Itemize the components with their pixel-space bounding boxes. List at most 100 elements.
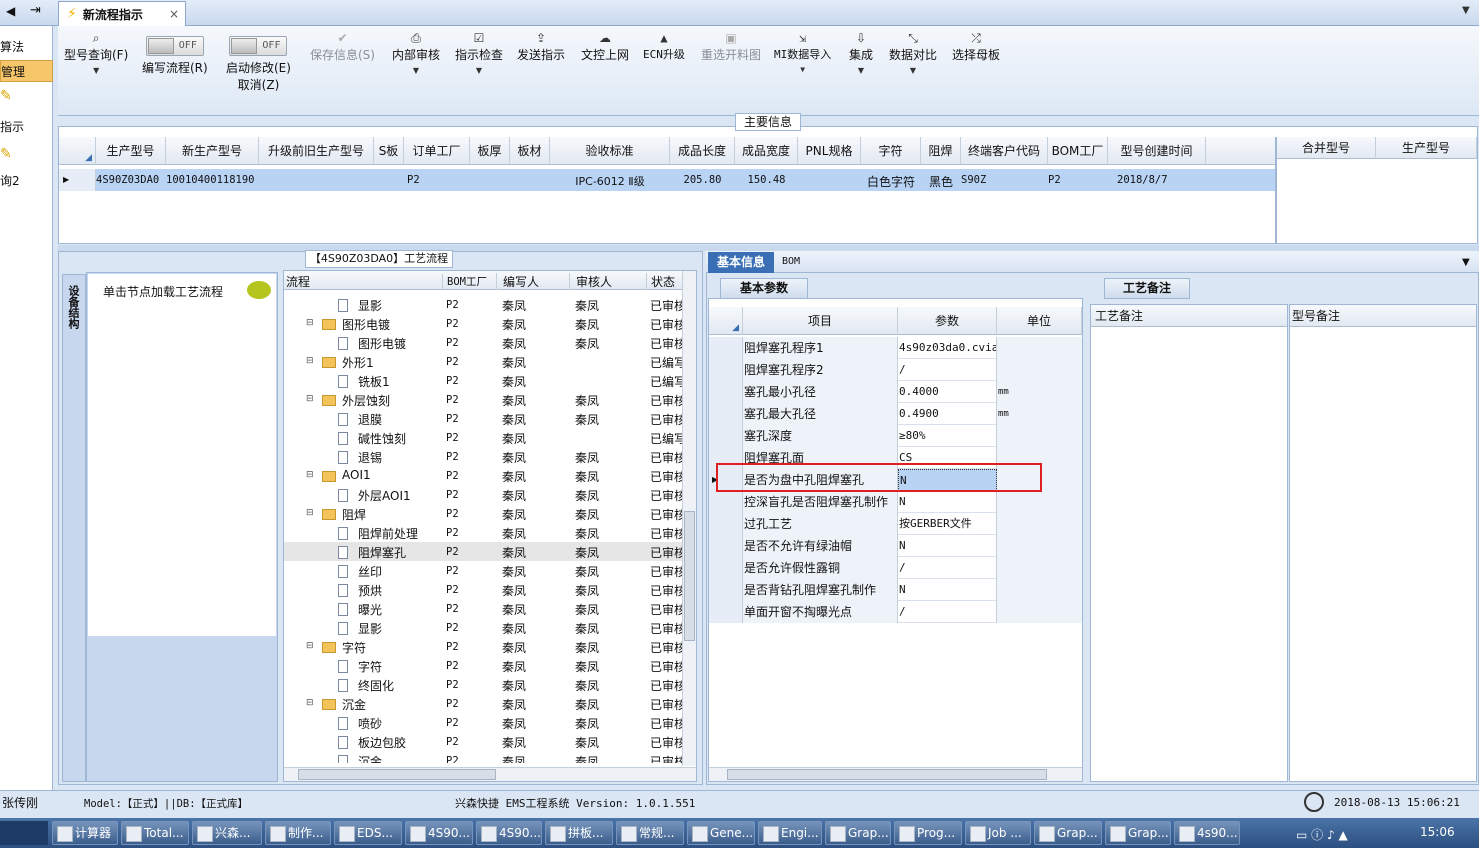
details-dropdown-icon[interactable]: ▼ [1462, 257, 1470, 268]
row-selector[interactable] [709, 513, 743, 535]
param-value[interactable]: / [898, 557, 997, 579]
tab-process-remarks[interactable]: 工艺备注 [1104, 278, 1190, 299]
col-header[interactable]: 编写人 [496, 273, 539, 290]
tree-row[interactable]: 阻焊前处理 P2 秦凤 秦凤 已审核 [284, 523, 682, 542]
col-header[interactable]: 生产型号 [1376, 137, 1477, 159]
cancel-label[interactable]: 取消(Z) [238, 78, 280, 92]
tree-row[interactable]: 曝光 P2 秦凤 秦凤 已审核 [284, 599, 682, 618]
back-arrow-icon[interactable]: ◀ [6, 4, 15, 18]
tree-row[interactable]: 外层AOI1 P2 秦凤 秦凤 已审核 [284, 485, 682, 504]
taskbar-item[interactable]: Gene... [687, 821, 755, 845]
col-header[interactable]: 终端客户代码 [961, 137, 1048, 165]
col-header[interactable]: 合并型号 [1277, 137, 1376, 159]
collapse-icon[interactable]: ⊟ [306, 356, 314, 366]
model-query-button[interactable]: ⌕ 型号查询(F) ▼ [64, 30, 128, 79]
collapse-icon[interactable]: ⊟ [306, 641, 314, 651]
tab-dropdown-icon[interactable]: ▼ [1462, 5, 1470, 16]
param-row[interactable]: 控深盲孔是否阻焊塞孔制作 N [709, 491, 1082, 513]
side-tab[interactable]: 设备结构 [62, 274, 86, 782]
taskbar-item[interactable]: EDS... [334, 821, 402, 845]
collapse-icon[interactable]: ⊟ [306, 394, 314, 404]
param-row[interactable]: 塞孔最大孔径 0.4900 mm [709, 403, 1082, 425]
tree-row[interactable]: ⊟ 图形电镀 P2 秦凤 秦凤 已审核 [284, 314, 682, 333]
param-row[interactable]: 塞孔最小孔径 0.4000 mm [709, 381, 1082, 403]
tree-row[interactable]: 显影 P2 秦凤 秦凤 已审核 [284, 618, 682, 637]
taskbar-item[interactable]: 4s90... [1174, 821, 1240, 845]
col-header[interactable]: 成品长度 [670, 137, 735, 165]
param-value[interactable]: N [898, 579, 997, 601]
tree-row[interactable]: 喷砂 P2 秦凤 秦凤 已审核 [284, 713, 682, 732]
taskbar-item[interactable]: 4S90... [476, 821, 542, 845]
edit-flow-toggle[interactable]: OFF [145, 36, 204, 56]
integrate-button[interactable]: ⇩ 集成 ▼ [849, 30, 873, 79]
col-header[interactable]: 生产型号 [96, 137, 166, 165]
taskbar-item[interactable]: Job ... [965, 821, 1031, 845]
start-icon[interactable] [0, 821, 48, 845]
taskbar-item[interactable]: 常规... [616, 821, 684, 845]
col-header[interactable]: 阻焊 [921, 137, 961, 165]
start-modify-toggle[interactable]: OFF [229, 36, 288, 56]
row-selector[interactable] [709, 601, 743, 623]
taskbar-item[interactable]: Grap... [1034, 821, 1102, 845]
tab-bom[interactable]: BOM [782, 256, 800, 267]
tree-row[interactable]: 字符 P2 秦凤 秦凤 已审核 [284, 656, 682, 675]
tree-row[interactable]: 显影 P2 秦凤 秦凤 已审核 [284, 295, 682, 314]
tab-new-flow[interactable]: ⚡ 新流程指示 × [58, 1, 186, 26]
tree-row[interactable]: 铣板1 P2 秦凤 已编写 [284, 371, 682, 390]
tree-row[interactable]: 退锡 P2 秦凤 秦凤 已审核 [284, 447, 682, 466]
collapse-icon[interactable]: ⊟ [306, 508, 314, 518]
select-master-button[interactable]: ⤮ 选择母板 [952, 30, 1000, 63]
taskbar-item[interactable]: 计算器 [52, 821, 118, 845]
check-instruction-button[interactable]: ☑ 指示检查 ▼ [455, 30, 503, 79]
param-row[interactable]: 过孔工艺 按GERBER文件 [709, 513, 1082, 535]
col-header[interactable]: PNL规格 [798, 137, 861, 165]
col-header[interactable]: 升级前旧生产型号 [259, 137, 374, 165]
tree-row[interactable]: 阻焊塞孔 P2 秦凤 秦凤 已审核 [284, 542, 682, 561]
param-row[interactable]: 是否允许假性露铜 / [709, 557, 1082, 579]
edit-flow-button[interactable]: OFF 编写流程(R) [142, 36, 208, 76]
tree-row[interactable]: ⊟ AOI1 P2 秦凤 秦凤 已审核 [284, 466, 682, 485]
param-row[interactable]: 阻焊塞孔程序1 4s90z03da0.cvia [709, 337, 1082, 359]
col-header[interactable]: 板厚 [470, 137, 510, 165]
row-selector[interactable] [709, 535, 743, 557]
col-header[interactable]: 单位 [997, 307, 1082, 335]
send-instruction-button[interactable]: ⇪ 发送指示 [517, 30, 565, 63]
param-value[interactable]: ≥80% [898, 425, 997, 447]
tree-row[interactable]: 沉金 P2 秦凤 秦凤 已审核 [284, 751, 682, 763]
tree-row[interactable]: 图形电镀 P2 秦凤 秦凤 已审核 [284, 333, 682, 352]
tree-row[interactable]: ⊟ 外形1 P2 秦凤 已编写 [284, 352, 682, 371]
param-row[interactable]: 是否背钻孔阻焊塞孔制作 N [709, 579, 1082, 601]
param-row[interactable]: 是否不允许有绿油帽 N [709, 535, 1082, 557]
row-selector[interactable] [709, 381, 743, 403]
col-header[interactable]: 审核人 [569, 273, 612, 290]
tree-row[interactable]: 终固化 P2 秦凤 秦凤 已审核 [284, 675, 682, 694]
subtab-basic-params[interactable]: 基本参数 [720, 278, 808, 299]
col-header[interactable]: 流程 [286, 273, 310, 290]
col-header[interactable]: BOM工厂 [442, 274, 487, 289]
params-hscroll[interactable] [709, 767, 1082, 781]
col-header[interactable]: 参数 [898, 307, 997, 335]
col-header[interactable]: 项目 [743, 307, 898, 335]
param-value[interactable]: / [898, 601, 997, 623]
pin-icon[interactable]: ⇥ [30, 3, 41, 18]
tree-row[interactable]: ⊟ 字符 P2 秦凤 秦凤 已审核 [284, 637, 682, 656]
taskbar-item[interactable]: 拼板... [545, 821, 613, 845]
tree-hscroll[interactable] [284, 767, 696, 781]
tree-row[interactable]: ⊟ 阻焊 P2 秦凤 秦凤 已审核 [284, 504, 682, 523]
ecn-upgrade-button[interactable]: ▲ ECN升级 [643, 30, 685, 62]
taskbar-item[interactable]: 制作... [265, 821, 331, 845]
row-selector[interactable] [709, 403, 743, 425]
nav-item-selected[interactable]: 管理 [0, 60, 53, 82]
param-value[interactable]: 0.4000 [898, 381, 997, 403]
col-header[interactable]: 状态 [646, 273, 675, 290]
row-selector[interactable] [709, 359, 743, 381]
upload-doc-button[interactable]: ☁ 文控上网 [581, 30, 629, 63]
tree-row[interactable]: 碱性蚀刻 P2 秦凤 已编写 [284, 428, 682, 447]
taskbar-item[interactable]: Grap... [1105, 821, 1171, 845]
close-icon[interactable]: × [169, 7, 179, 21]
col-header[interactable]: S板 [374, 137, 404, 165]
col-header[interactable]: 验收标准 [550, 137, 670, 165]
scroll-thumb[interactable] [298, 769, 496, 780]
nav-item[interactable]: 询2 [0, 172, 20, 189]
col-header[interactable]: 订单工厂 [404, 137, 470, 165]
